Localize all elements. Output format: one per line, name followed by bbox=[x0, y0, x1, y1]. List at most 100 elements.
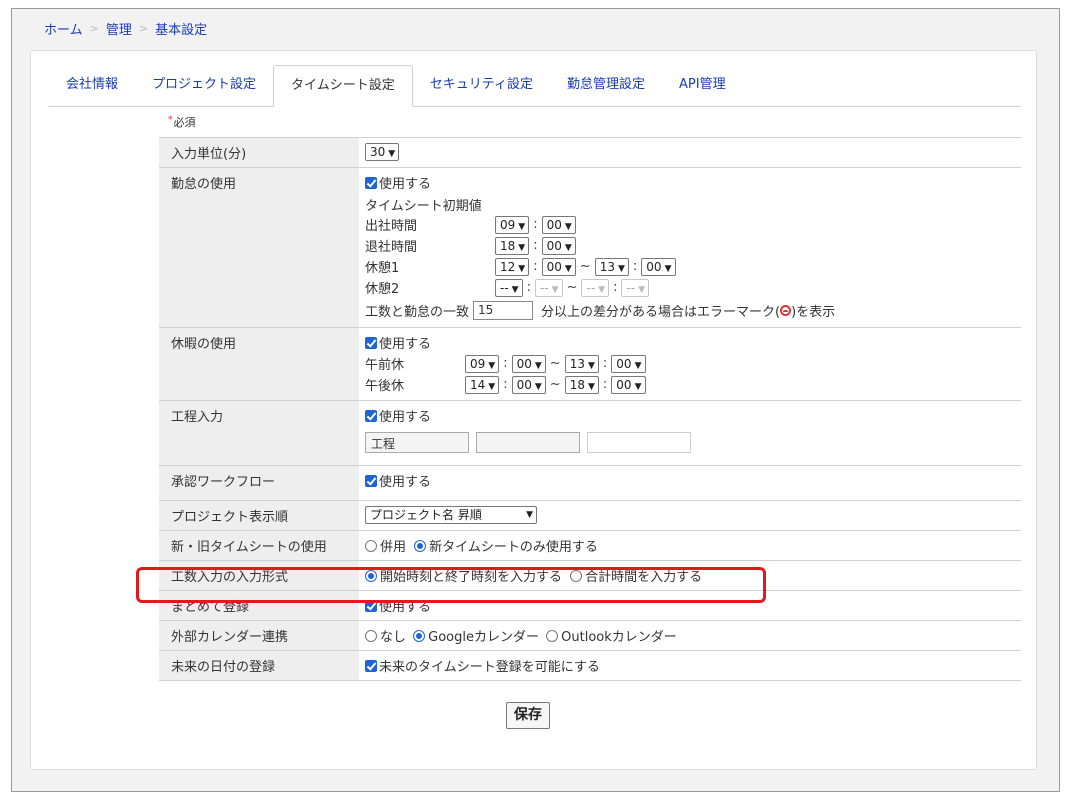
process-checkbox[interactable] bbox=[365, 410, 377, 422]
break2-end-minute-select[interactable]: -- ▼ bbox=[621, 278, 650, 297]
process-name-input-3[interactable] bbox=[587, 432, 691, 453]
chevron-down-icon: ▼ bbox=[388, 149, 396, 159]
radio-outlook-calendar[interactable] bbox=[546, 630, 559, 642]
break2-end-hour-select[interactable]: -- ▼ bbox=[581, 278, 610, 297]
attendance-checkbox[interactable] bbox=[365, 177, 377, 189]
pm-end-hour-select[interactable]: 18 ▼ bbox=[564, 375, 599, 394]
chevron-down-icon: ▼ bbox=[518, 242, 526, 253]
tab-timesheet-settings[interactable]: タイムシート設定 bbox=[273, 65, 413, 107]
row-label: 工数入力の入力形式 bbox=[159, 560, 359, 591]
chevron-down-icon: ▼ bbox=[518, 263, 526, 274]
row-input-unit: 入力単位(分) 30 ▼ bbox=[159, 137, 1021, 168]
row-label: 承認ワークフロー bbox=[159, 465, 359, 501]
chevron-down-icon: ▼ bbox=[564, 263, 572, 274]
row-calendar: 外部カレンダー連携 なし Googleカレンダー Outlookカレンダー bbox=[159, 620, 1021, 651]
radio-google-calendar[interactable] bbox=[413, 630, 426, 642]
radio-start-end-time[interactable] bbox=[365, 570, 377, 582]
row-project-order: プロジェクト表示順 プロジェクト名 昇順 ▼ bbox=[159, 500, 1021, 531]
chevron-down-icon: ▼ bbox=[664, 263, 672, 274]
break1-start-hour-select[interactable]: 12 ▼ bbox=[495, 257, 530, 276]
break1-end-minute-select[interactable]: 00 ▼ bbox=[641, 257, 676, 276]
project-order-select[interactable]: プロジェクト名 昇順 ▼ bbox=[365, 506, 537, 524]
chevron-down-icon: ▼ bbox=[564, 242, 572, 253]
row-label: 勤怠の使用 bbox=[159, 167, 359, 328]
end-minute-select[interactable]: 00 ▼ bbox=[541, 236, 576, 255]
end-hour-select[interactable]: 18 ▼ bbox=[495, 236, 530, 255]
am-end-minute-select[interactable]: 00 ▼ bbox=[611, 354, 646, 373]
process-name-input-2[interactable] bbox=[476, 432, 580, 453]
chevron-down-icon: ▼ bbox=[518, 221, 526, 232]
start-hour-select[interactable]: 09 ▼ bbox=[495, 215, 530, 234]
breadcrumb: ホーム > 管理 > 基本設定 bbox=[44, 19, 207, 38]
pm-end-minute-select[interactable]: 00 ▼ bbox=[611, 375, 646, 394]
tab-company-info[interactable]: 会社情報 bbox=[49, 65, 135, 106]
breadcrumb-separator: > bbox=[89, 22, 99, 35]
tab-attendance-settings[interactable]: 勤怠管理設定 bbox=[550, 65, 662, 106]
chevron-down-icon: ▼ bbox=[488, 360, 496, 371]
chevron-down-icon: ▼ bbox=[617, 263, 625, 274]
error-mark-icon bbox=[780, 304, 792, 316]
process-name-input-1[interactable]: 工程 bbox=[365, 432, 469, 453]
radio-calendar-none[interactable] bbox=[365, 630, 377, 642]
break1-start-minute-select[interactable]: 00 ▼ bbox=[541, 257, 576, 276]
chevron-down-icon: ▼ bbox=[488, 381, 496, 392]
chevron-down-icon: ▼ bbox=[587, 381, 595, 392]
settings-panel: 会社情報 プロジェクト設定 タイムシート設定 セキュリティ設定 勤怠管理設定 A… bbox=[30, 50, 1037, 770]
bulk-checkbox[interactable] bbox=[365, 600, 377, 612]
radio-combined[interactable] bbox=[365, 540, 377, 552]
breadcrumb-basic-settings[interactable]: 基本設定 bbox=[155, 19, 207, 38]
pm-start-minute-select[interactable]: 00 ▼ bbox=[511, 375, 546, 394]
breadcrumb-admin[interactable]: 管理 bbox=[106, 19, 132, 38]
row-label: 入力単位(分) bbox=[159, 137, 359, 168]
row-bulk-register: まとめて登録 使用する bbox=[159, 590, 1021, 621]
row-label: 新・旧タイムシートの使用 bbox=[159, 530, 359, 561]
initial-values-title: タイムシート初期値 bbox=[365, 199, 482, 214]
approval-checkbox[interactable] bbox=[365, 475, 377, 487]
row-process: 工程入力 使用する 工程 bbox=[159, 400, 1021, 466]
save-button[interactable]: 保存 bbox=[506, 702, 550, 729]
required-note: *必須 bbox=[168, 115, 196, 129]
row-approval: 承認ワークフロー 使用する bbox=[159, 465, 1021, 501]
future-dates-checkbox[interactable] bbox=[365, 660, 377, 672]
row-attendance: 勤怠の使用 使用する タイムシート初期値 出社時間 09 ▼:00 ▼ 退社時間 1… bbox=[159, 167, 1021, 328]
row-label: 外部カレンダー連携 bbox=[159, 620, 359, 651]
row-label: まとめて登録 bbox=[159, 590, 359, 621]
tab-api-management[interactable]: API管理 bbox=[662, 65, 743, 106]
breadcrumb-home[interactable]: ホーム bbox=[44, 19, 83, 38]
break1-end-hour-select[interactable]: 13 ▼ bbox=[594, 257, 629, 276]
row-future-dates: 未来の日付の登録 未来のタイムシート登録を可能にする bbox=[159, 650, 1021, 681]
row-label: 工程入力 bbox=[159, 400, 359, 466]
row-leave: 休暇の使用 使用する 午前休 09 ▼:00 ▼ ~13 ▼:00 ▼ 午後休 14 ▼:0… bbox=[159, 327, 1021, 401]
chevron-down-icon: ▼ bbox=[598, 284, 606, 295]
break2-start-hour-select[interactable]: -- ▼ bbox=[495, 278, 523, 297]
chevron-down-icon: ▼ bbox=[526, 510, 533, 520]
tab-bar: 会社情報 プロジェクト設定 タイムシート設定 セキュリティ設定 勤怠管理設定 A… bbox=[49, 65, 1021, 107]
am-start-minute-select[interactable]: 00 ▼ bbox=[511, 354, 546, 373]
row-label: プロジェクト表示順 bbox=[159, 500, 359, 531]
chevron-down-icon: ▼ bbox=[534, 360, 542, 371]
row-input-format: 工数入力の入力形式 開始時刻と終了時刻を入力する 合計時間を入力する bbox=[159, 560, 1021, 591]
am-end-hour-select[interactable]: 13 ▼ bbox=[564, 354, 599, 373]
row-label: 休暇の使用 bbox=[159, 327, 359, 401]
error-threshold-input[interactable]: 15 bbox=[473, 300, 534, 320]
radio-total-time[interactable] bbox=[570, 570, 583, 582]
leave-checkbox[interactable] bbox=[365, 337, 377, 349]
start-minute-select[interactable]: 00 ▼ bbox=[541, 215, 576, 234]
chevron-down-icon: ▼ bbox=[511, 284, 519, 295]
row-timesheet-version: 新・旧タイムシートの使用 併用 新タイムシートのみ使用する bbox=[159, 530, 1021, 561]
input-unit-select[interactable]: 30 ▼ bbox=[365, 143, 400, 161]
chevron-down-icon: ▼ bbox=[638, 284, 646, 295]
am-start-hour-select[interactable]: 09 ▼ bbox=[465, 354, 500, 373]
row-label: 未来の日付の登録 bbox=[159, 650, 359, 681]
break2-start-minute-select[interactable]: -- ▼ bbox=[534, 278, 563, 297]
chevron-down-icon: ▼ bbox=[634, 360, 642, 371]
tab-security-settings[interactable]: セキュリティ設定 bbox=[413, 65, 550, 106]
chevron-down-icon: ▼ bbox=[534, 381, 542, 392]
chevron-down-icon: ▼ bbox=[587, 360, 595, 371]
tab-project-settings[interactable]: プロジェクト設定 bbox=[135, 65, 273, 106]
chevron-down-icon: ▼ bbox=[564, 221, 572, 232]
settings-table: 入力単位(分) 30 ▼ 勤怠の使用 使用する タイムシート初期値 出社時間 09… bbox=[159, 137, 1021, 681]
radio-new-only[interactable] bbox=[414, 540, 427, 552]
pm-start-hour-select[interactable]: 14 ▼ bbox=[465, 375, 500, 394]
required-star-icon: * bbox=[168, 115, 173, 125]
